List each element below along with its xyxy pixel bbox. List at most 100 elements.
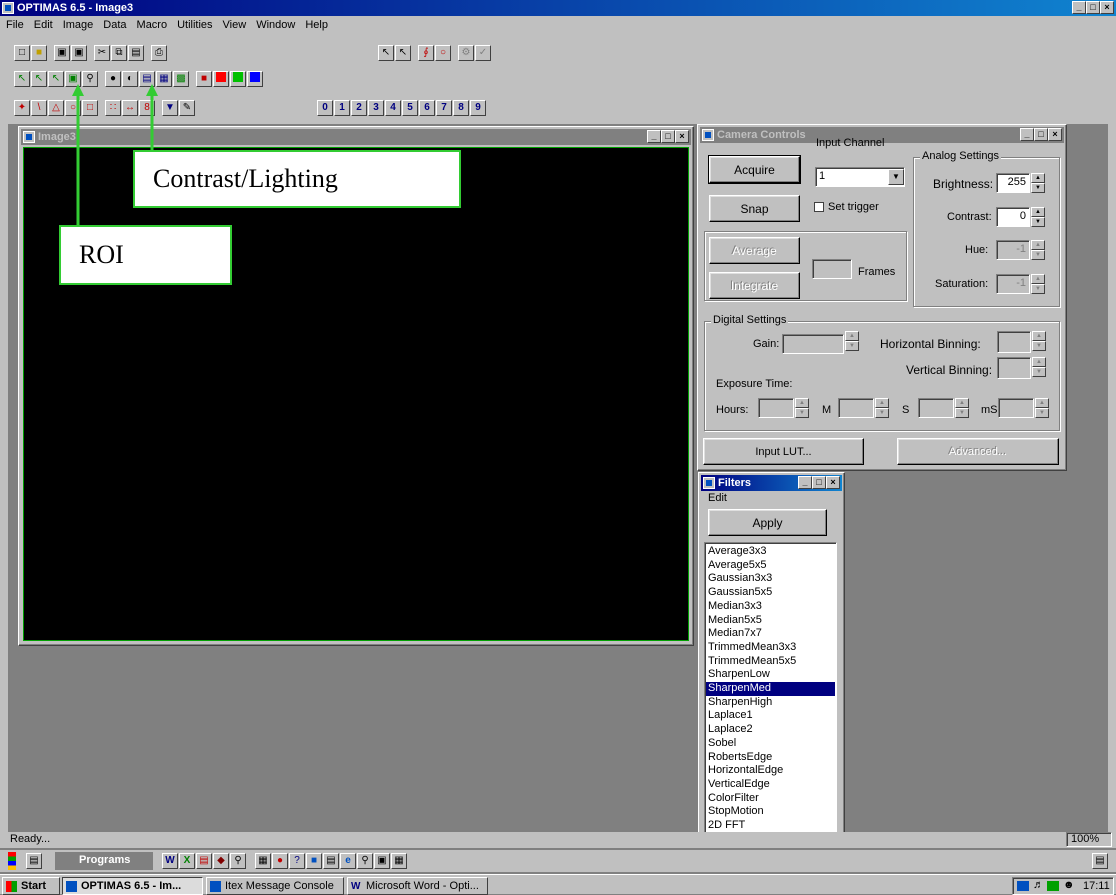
filter-item-laplace1[interactable]: Laplace1	[706, 709, 835, 723]
spin-down-icon[interactable]: ▼	[795, 408, 809, 418]
advanced-button[interactable]: Advanced...	[897, 438, 1059, 465]
gain-input[interactable]	[782, 334, 844, 354]
spin-down-icon[interactable]: ▼	[875, 408, 889, 418]
minutes-input[interactable]	[838, 398, 874, 418]
seconds-input[interactable]	[918, 398, 954, 418]
zoom-indicator: 100%	[1066, 832, 1112, 847]
filter-list[interactable]: Average3x3 Average5x5 Gaussian3x3 Gaussi…	[704, 542, 837, 836]
filter-item-horizontaledge[interactable]: HorizontalEdge	[706, 764, 835, 778]
calculator-icon[interactable]: ▦	[255, 853, 271, 869]
horizontal-binning-label: Horizontal Binning:	[880, 337, 981, 351]
filter-item-laplace2[interactable]: Laplace2	[706, 723, 835, 737]
filter-item-average5x5[interactable]: Average5x5	[706, 559, 835, 573]
powerpoint-icon[interactable]: ▤	[196, 853, 212, 869]
clock: 17:11	[1083, 880, 1110, 892]
minutes-label: M	[822, 404, 832, 416]
windows-logo-icon	[6, 881, 17, 892]
filter-item-trimmedmean3x3[interactable]: TrimmedMean3x3	[706, 641, 835, 655]
office-logo-icon	[8, 852, 16, 870]
gain-spinner[interactable]: ▲ ▼	[845, 331, 859, 351]
filter-item-gaussian3x3[interactable]: Gaussian3x3	[706, 572, 835, 586]
spin-down-icon[interactable]: ▼	[845, 341, 859, 351]
filter-item-median5x5[interactable]: Median5x5	[706, 614, 835, 628]
filter-item-colorfilter[interactable]: ColorFilter	[706, 792, 835, 806]
filter-item-average3x3[interactable]: Average3x3	[706, 545, 835, 559]
horizontal-binning-input[interactable]	[997, 331, 1031, 353]
app-window: OPTIMAS 6.5 - Image3 _ □ × File Edit Ima…	[0, 0, 1116, 848]
task-optimas[interactable]: OPTIMAS 6.5 - Im...	[62, 877, 203, 895]
monitor-tray-icon[interactable]	[1017, 881, 1029, 891]
filter-item-sobel[interactable]: Sobel	[706, 737, 835, 751]
word-icon[interactable]: W	[162, 853, 178, 869]
spin-down-icon[interactable]: ▼	[955, 408, 969, 418]
hours-spinner[interactable]: ▲ ▼	[795, 398, 809, 418]
filter-item-robertsedge[interactable]: RobertsEdge	[706, 751, 835, 765]
user-tray-icon[interactable]: ☻	[1063, 879, 1075, 891]
itex-task-icon	[210, 881, 221, 892]
minimize-button[interactable]: _	[798, 476, 812, 489]
office-app-icon[interactable]: ▤	[26, 853, 42, 869]
spin-up-icon[interactable]: ▲	[875, 398, 889, 408]
filters-title: Filters	[718, 477, 752, 489]
task-label: Itex Message Console	[225, 880, 334, 892]
programs-label: Programs	[79, 854, 131, 866]
seconds-spinner[interactable]: ▲ ▼	[955, 398, 969, 418]
filter-item-median3x3[interactable]: Median3x3	[706, 600, 835, 614]
filter-item-sharpenmed[interactable]: SharpenMed	[706, 682, 835, 696]
hours-label: Hours:	[716, 404, 749, 416]
minutes-spinner[interactable]: ▲ ▼	[875, 398, 889, 418]
search-icon[interactable]: ⚲	[230, 853, 246, 869]
maximize-button[interactable]: □	[812, 476, 826, 489]
filter-item-sharpenhigh[interactable]: SharpenHigh	[706, 696, 835, 710]
seconds-label: S	[902, 404, 910, 416]
paint-icon[interactable]: ●	[272, 853, 288, 869]
filter-item-gaussian5x5[interactable]: Gaussian5x5	[706, 586, 835, 600]
filter-item-stopmotion[interactable]: StopMotion	[706, 805, 835, 819]
spin-up-icon[interactable]: ▲	[1032, 357, 1046, 367]
filters-menu-edit[interactable]: Edit	[708, 492, 727, 504]
task-word[interactable]: W Microsoft Word - Opti...	[347, 877, 488, 895]
milliseconds-label: mS	[981, 404, 998, 416]
spreadsheet-icon[interactable]: ▦	[391, 853, 407, 869]
network-icon[interactable]: ▣	[374, 853, 390, 869]
filter-item-sharpenlow[interactable]: SharpenLow	[706, 668, 835, 682]
vertical-binning-spinner[interactable]: ▲ ▼	[1032, 357, 1046, 377]
desktop-icon[interactable]: ▤	[1092, 853, 1108, 869]
filter-item-2d-fft[interactable]: 2D FFT	[706, 819, 835, 833]
apply-button[interactable]: Apply	[708, 509, 827, 536]
horizontal-binning-spinner[interactable]: ▲ ▼	[1032, 331, 1046, 351]
spin-up-icon[interactable]: ▲	[845, 331, 859, 341]
close-button[interactable]: ×	[826, 476, 840, 489]
explorer-icon[interactable]: ⚲	[357, 853, 373, 869]
spin-up-icon[interactable]: ▲	[1035, 398, 1049, 408]
spin-up-icon[interactable]: ▲	[795, 398, 809, 408]
internet-explorer-icon[interactable]: e	[340, 853, 356, 869]
filters-title-bar[interactable]: Filters _ □ ×	[701, 475, 842, 491]
zoom-value: 100%	[1071, 833, 1100, 845]
network-tray-icon[interactable]	[1047, 881, 1059, 891]
hours-input[interactable]	[758, 398, 794, 418]
spin-down-icon[interactable]: ▼	[1035, 408, 1049, 418]
filter-item-trimmedmean5x5[interactable]: TrimmedMean5x5	[706, 655, 835, 669]
milliseconds-input[interactable]	[998, 398, 1034, 418]
spin-down-icon[interactable]: ▼	[1032, 367, 1046, 377]
filters-window: Filters _ □ × Edit Apply Average3x3 Aver…	[698, 472, 845, 838]
start-button[interactable]: Start	[2, 877, 60, 895]
spin-up-icon[interactable]: ▲	[955, 398, 969, 408]
spin-down-icon[interactable]: ▼	[1032, 341, 1046, 351]
vertical-binning-input[interactable]	[997, 357, 1031, 379]
milliseconds-spinner[interactable]: ▲ ▼	[1035, 398, 1049, 418]
programs-button[interactable]: Programs	[55, 852, 153, 870]
excel-icon[interactable]: X	[179, 853, 195, 869]
access-icon[interactable]: ◆	[213, 853, 229, 869]
volume-tray-icon[interactable]: ♬	[1033, 879, 1044, 891]
help-icon[interactable]: ?	[289, 853, 305, 869]
spin-up-icon[interactable]: ▲	[1032, 331, 1046, 341]
input-lut-button[interactable]: Input LUT...	[703, 438, 864, 465]
notes-icon[interactable]: ▤	[323, 853, 339, 869]
start-label: Start	[21, 880, 47, 892]
task-itex-console[interactable]: Itex Message Console	[206, 877, 344, 895]
optimas-launch-icon[interactable]: ■	[306, 853, 322, 869]
filter-item-median7x7[interactable]: Median7x7	[706, 627, 835, 641]
filter-item-verticaledge[interactable]: VerticalEdge	[706, 778, 835, 792]
